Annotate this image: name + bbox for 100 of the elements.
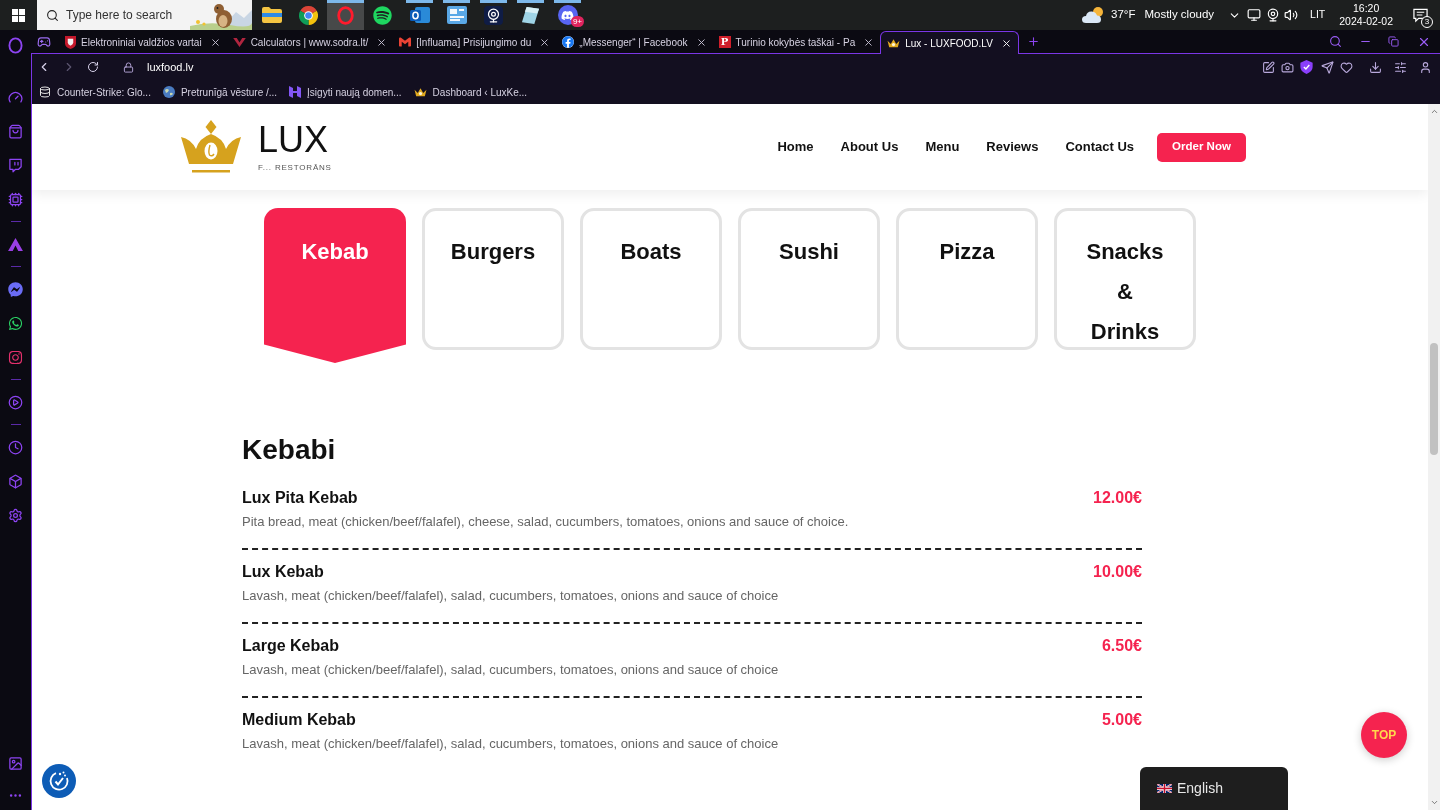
edit-icon[interactable] — [1262, 60, 1275, 74]
cloud-sun-icon — [1082, 6, 1106, 24]
opera-icon — [337, 5, 354, 25]
accessibility-button[interactable] — [42, 764, 76, 798]
scrollbar-thumb[interactable] — [1430, 343, 1438, 455]
scroll-down-icon[interactable] — [1429, 798, 1439, 807]
nav-link[interactable]: About Us — [840, 137, 899, 157]
database-icon — [39, 86, 51, 98]
nav-link[interactable]: Reviews — [986, 137, 1039, 157]
mail-icon — [399, 36, 412, 48]
whatsapp-icon[interactable] — [8, 315, 23, 331]
new-tab-icon[interactable] — [1026, 35, 1040, 48]
close-icon[interactable] — [376, 36, 388, 48]
browser-tab[interactable]: Lux - LUXFOOD.LV — [880, 31, 1019, 54]
settings-icon[interactable] — [8, 507, 23, 523]
news-app-icon — [446, 6, 467, 24]
clock-button[interactable]: 16:20 2024-02-02 — [1339, 2, 1393, 28]
browser-tab[interactable]: „Messenger“ | Facebook — [556, 31, 713, 53]
browser-tab[interactable]: Calculators | www.sodra.lt/ — [226, 31, 394, 53]
play-icon[interactable] — [8, 394, 23, 410]
language-selector[interactable]: English — [1140, 767, 1288, 810]
notebook-icon — [521, 5, 540, 25]
nav-link[interactable]: Home — [777, 137, 814, 157]
gamepad-icon[interactable] — [37, 35, 51, 49]
crown-icon — [887, 37, 901, 49]
mail-app-icon — [409, 5, 430, 25]
browser-tab[interactable]: P Turinio kokybės taškai - Pa — [712, 31, 881, 53]
category-tab[interactable]: Burgers — [422, 208, 564, 350]
dish-description: Lavash, meat (chicken/beef/falafel), salad, cucumbers, tomatoes, onions and sauce of choice — [242, 661, 780, 679]
dish-name: Lux Kebab — [242, 562, 324, 582]
dish-price: 5.00€ — [1101, 710, 1142, 730]
address-field[interactable]: luxfood.lv — [147, 58, 194, 76]
speech-bubble-icon — [1412, 7, 1428, 23]
user-icon[interactable] — [1419, 60, 1432, 74]
weather-button[interactable]: 37°F Mostly cloudy — [1082, 0, 1215, 30]
category-tab[interactable]: Kebab — [264, 208, 406, 363]
instagram-icon[interactable] — [8, 349, 23, 365]
dish-price: 6.50€ — [1101, 636, 1142, 656]
spotify-icon — [373, 5, 392, 25]
send-icon[interactable] — [1321, 60, 1334, 74]
reload-icon[interactable] — [87, 61, 99, 73]
twitch-icon[interactable] — [8, 157, 23, 173]
bag-icon[interactable] — [8, 123, 23, 139]
close-icon[interactable] — [1000, 37, 1012, 49]
hosting-logo-icon — [289, 86, 302, 98]
heart-icon[interactable] — [1340, 60, 1353, 74]
download-icon[interactable] — [1369, 60, 1382, 74]
restore-icon[interactable] — [1388, 36, 1399, 47]
search-icon[interactable] — [1329, 35, 1342, 48]
close-icon[interactable] — [863, 36, 875, 48]
accessibility-icon — [48, 770, 70, 792]
close-icon[interactable] — [539, 36, 551, 48]
order-now-button[interactable]: Order Now — [1157, 132, 1246, 162]
camera-icon[interactable] — [1281, 60, 1294, 74]
clock-icon[interactable] — [8, 439, 23, 455]
webcam-app-icon — [484, 5, 503, 25]
category-tab[interactable]: Sushi — [738, 208, 880, 350]
ring-logo-icon[interactable] — [8, 36, 23, 54]
globe-icon — [162, 86, 175, 98]
bookmark-link[interactable]: Pretrunīgā vēsture /... — [162, 84, 278, 100]
dish-price: 12.00€ — [1093, 488, 1142, 508]
scroll-up-icon[interactable] — [1429, 107, 1439, 116]
input-language[interactable]: LIT — [1310, 7, 1326, 23]
bookmark-link[interactable]: Counter-Strike: Glo... — [39, 84, 151, 100]
bookmark-link[interactable]: Įsigyti naują domen... — [289, 84, 402, 100]
bookmark-link[interactable]: Dashboard ‹ LuxKe... — [413, 84, 528, 100]
close-icon[interactable] — [209, 36, 221, 48]
notification-button[interactable]: 3 — [1410, 5, 1430, 25]
nav-link[interactable]: Contact Us — [1065, 137, 1134, 157]
close-icon[interactable] — [695, 36, 707, 48]
browser-tab[interactable]: Elektroniniai valdžios vartai — [59, 31, 227, 53]
search-icon — [46, 8, 59, 22]
letter-favicon: P — [718, 36, 731, 48]
sliders-icon[interactable] — [1394, 60, 1407, 74]
taskbar-app-button[interactable]: 9+ — [549, 0, 586, 30]
facebook-icon — [562, 36, 575, 48]
dish-name: Medium Kebab — [242, 710, 356, 730]
category-tab[interactable]: Snacks & Drinks — [1054, 208, 1196, 350]
dish-description: Lavash, meat (chicken/beef/falafel), salad, cucumbers, tomatoes, onions and sauce of choice — [242, 587, 780, 605]
triangle-logo-icon[interactable] — [8, 237, 23, 251]
volume-icon[interactable] — [1284, 8, 1299, 22]
notification-badge: 3 — [1421, 16, 1433, 28]
browser-tab[interactable]: [Influama] Prisijungimo du — [393, 31, 557, 53]
network-icon[interactable] — [1247, 8, 1262, 22]
dish-description: Pita bread, meat (chicken/beef/falafel), cheese, salad, cucumbers, tomatoes, onions and sauce of choice. — [242, 513, 850, 531]
nav-link[interactable]: Menu — [925, 137, 960, 157]
lock-icon — [123, 61, 134, 73]
chip-icon[interactable] — [8, 191, 23, 207]
cube-icon[interactable] — [8, 473, 23, 489]
camera-icon[interactable] — [1266, 8, 1281, 22]
category-tab[interactable]: Boats — [580, 208, 722, 350]
logo-wordmark: LUX — [258, 121, 330, 158]
image-icon[interactable] — [8, 755, 23, 771]
shield-check-icon[interactable] — [1300, 60, 1313, 74]
windows-icon — [11, 8, 25, 22]
notification-badge: 9+ — [570, 16, 584, 27]
category-tab[interactable]: Pizza — [896, 208, 1038, 350]
dish-name: Lux Pita Kebab — [242, 488, 358, 508]
messenger-icon[interactable] — [8, 281, 23, 297]
gauge-icon[interactable] — [8, 89, 23, 105]
